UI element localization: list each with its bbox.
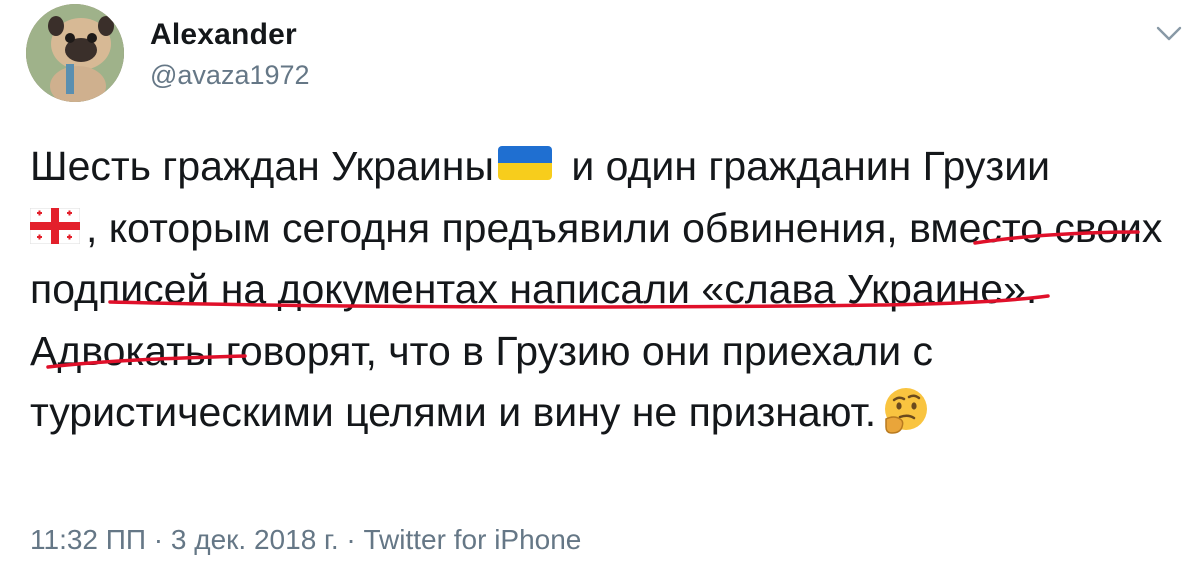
tweet-text-part1: Шесть граждан Украины <box>30 143 494 189</box>
tweet-text-part2: и один гражданин Грузии <box>559 143 1050 189</box>
tweet-timestamp[interactable]: 11:32 ПП · 3 дек. 2018 г. · Twitter for … <box>30 524 581 556</box>
georgia-flag-icon <box>30 207 80 244</box>
thinking-face-icon <box>885 388 928 434</box>
pug-photo-icon <box>26 4 124 102</box>
ukraine-flag-icon <box>497 146 552 181</box>
avatar[interactable] <box>26 4 124 102</box>
author-handle[interactable]: @avaza1972 <box>150 60 310 91</box>
chevron-down-icon[interactable] <box>1156 24 1182 44</box>
tweet-text: Шесть граждан Украины и один гражданин Г… <box>30 136 1180 444</box>
tweet-text-part3: , которым сегодня предъявили обвинения, … <box>30 204 1163 436</box>
author-name[interactable]: Alexander <box>150 18 297 52</box>
